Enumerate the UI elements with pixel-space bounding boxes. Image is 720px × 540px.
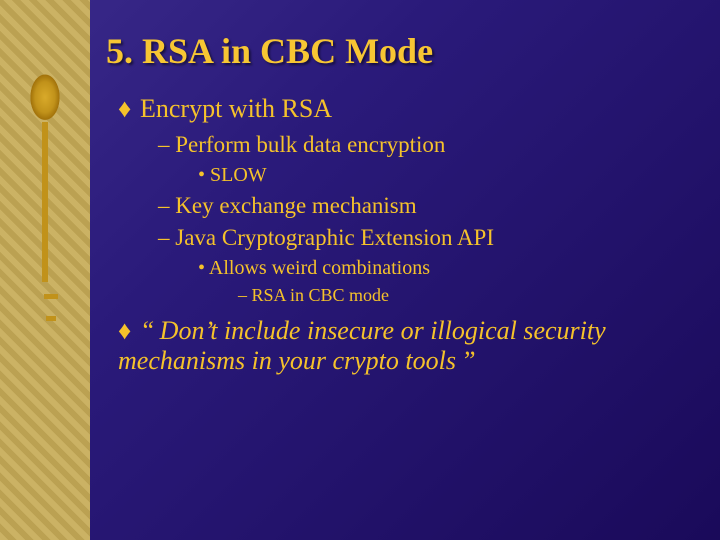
subsubbullet-slow: SLOW xyxy=(198,164,690,187)
bullet-quote: ♦“ Don’t include insecure or illogical s… xyxy=(118,316,690,376)
bullet-text: Encrypt with RSA xyxy=(140,94,332,123)
subbullet-key-exchange: Key exchange mechanism xyxy=(158,193,690,219)
decorative-key-strip xyxy=(0,0,90,540)
subsubsubbullet-rsa-cbc: RSA in CBC mode xyxy=(238,285,690,306)
subsubbullet-weird-combos: Allows weird combinations xyxy=(198,257,690,280)
diamond-icon: ♦ xyxy=(118,94,140,124)
slide-title: 5. RSA in CBC Mode xyxy=(106,30,690,72)
slide-body: 5. RSA in CBC Mode ♦Encrypt with RSA Per… xyxy=(100,30,690,510)
bullet-encrypt-rsa: ♦Encrypt with RSA xyxy=(118,94,690,124)
subbullet-jce-api: Java Cryptographic Extension API xyxy=(158,225,690,251)
quote-text: “ Don’t include insecure or illogical se… xyxy=(118,316,606,375)
diamond-icon: ♦ xyxy=(118,316,140,346)
subbullet-bulk-encryption: Perform bulk data encryption xyxy=(158,132,690,158)
